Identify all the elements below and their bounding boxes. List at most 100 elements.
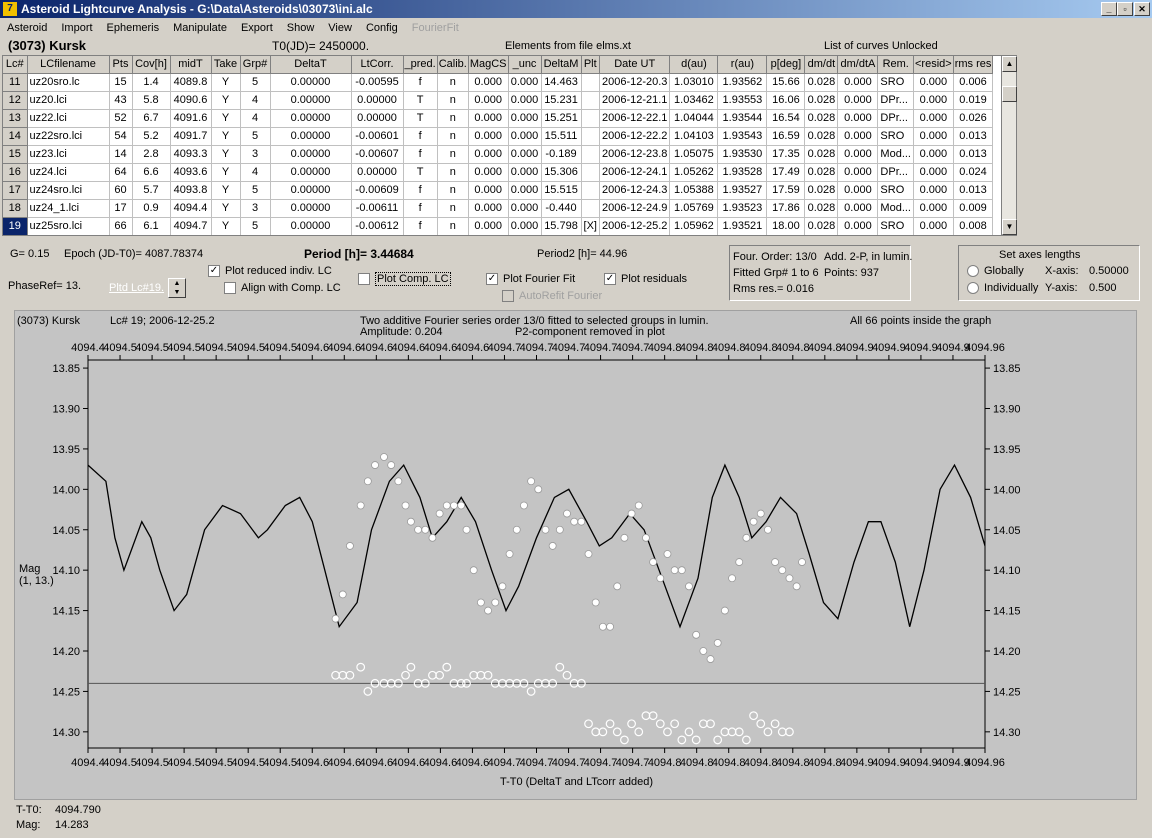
table-cell[interactable]: 4094.4 bbox=[170, 199, 212, 218]
table-cell[interactable]: 0.000 bbox=[837, 109, 879, 128]
table-cell[interactable]: SRO bbox=[877, 73, 914, 92]
table-cell[interactable] bbox=[581, 127, 600, 146]
table-cell[interactable]: 0.000 bbox=[508, 145, 542, 164]
column-header[interactable]: _pred. bbox=[403, 56, 438, 74]
table-cell[interactable]: 2006-12-22.1 bbox=[599, 109, 671, 128]
table-cell[interactable]: Mod... bbox=[877, 199, 914, 218]
table-cell[interactable]: 0.000 bbox=[837, 199, 879, 218]
column-header[interactable]: DeltaT bbox=[270, 56, 352, 74]
table-row[interactable]: 16 uz24.lci 64 6.6 4093.6 Y 4 0.00000 0.00000 Tn 0… bbox=[3, 163, 994, 182]
table-cell[interactable]: 0.000 bbox=[468, 217, 509, 235]
table-cell[interactable]: 6.7 bbox=[132, 109, 171, 128]
menu-manipulate[interactable]: Manipulate bbox=[166, 22, 234, 34]
table-cell[interactable]: 4093.6 bbox=[170, 163, 212, 182]
table-cell[interactable]: 1.93528 bbox=[717, 163, 768, 182]
table-row[interactable]: 18 uz24_1.lci 17 0.9 4094.4 Y 3 0.00000 -0.00611… bbox=[3, 199, 994, 218]
table-cell[interactable]: 2006-12-20.3 bbox=[599, 73, 671, 92]
column-header[interactable]: MagCS bbox=[468, 56, 509, 74]
table-cell[interactable]: 0.000 bbox=[837, 127, 879, 146]
table-cell[interactable]: 0.000 bbox=[468, 109, 509, 128]
table-cell[interactable]: Y bbox=[211, 73, 241, 92]
table-cell[interactable] bbox=[581, 163, 600, 182]
table-cell[interactable]: 1.93527 bbox=[717, 181, 768, 200]
table-cell[interactable]: 1.05388 bbox=[669, 181, 719, 200]
table-cell[interactable]: 4094.7 bbox=[170, 217, 212, 235]
table-cell[interactable]: 0.000 bbox=[913, 109, 954, 128]
table-cell[interactable]: 0.009 bbox=[953, 199, 994, 218]
table-cell[interactable]: 5 bbox=[240, 181, 271, 200]
table-cell[interactable]: 5.7 bbox=[132, 181, 171, 200]
table-cell[interactable]: T bbox=[403, 163, 438, 182]
column-header[interactable]: Pts bbox=[109, 56, 133, 74]
table-cell[interactable]: 0.028 bbox=[804, 91, 839, 110]
table-cell[interactable]: 17.35 bbox=[766, 145, 806, 164]
menu-show[interactable]: Show bbox=[280, 22, 322, 34]
column-header[interactable]: dm/dt bbox=[804, 56, 839, 74]
table-cell[interactable]: 14 bbox=[109, 145, 133, 164]
table-cell[interactable]: -0.00601 bbox=[351, 127, 404, 146]
table-cell[interactable]: 2.8 bbox=[132, 145, 171, 164]
table-cell[interactable]: 2006-12-21.1 bbox=[599, 91, 671, 110]
table-cell[interactable]: 1.05962 bbox=[669, 217, 719, 235]
column-header[interactable]: _unc bbox=[508, 56, 542, 74]
row-number-cell[interactable]: 17 bbox=[3, 181, 28, 200]
table-cell[interactable]: -0.189 bbox=[541, 145, 582, 164]
table-scrollbar[interactable]: ▲ ▼ bbox=[1001, 55, 1017, 236]
table-cell[interactable]: 0.00000 bbox=[270, 181, 352, 200]
table-cell[interactable] bbox=[581, 73, 600, 92]
table-cell[interactable]: uz20.lci bbox=[27, 91, 110, 110]
table-cell[interactable]: 1.93543 bbox=[717, 127, 768, 146]
table-cell[interactable]: 0.000 bbox=[837, 91, 879, 110]
column-header[interactable]: Lc# bbox=[3, 56, 28, 74]
table-cell[interactable]: DPr... bbox=[877, 163, 914, 182]
table-cell[interactable]: 0.000 bbox=[508, 127, 542, 146]
table-cell[interactable]: 0.000 bbox=[913, 73, 954, 92]
table-cell[interactable]: n bbox=[437, 163, 469, 182]
table-cell[interactable]: 5 bbox=[240, 127, 271, 146]
table-cell[interactable]: 0.008 bbox=[953, 217, 994, 235]
table-cell[interactable]: 60 bbox=[109, 181, 133, 200]
table-cell[interactable]: 17 bbox=[109, 199, 133, 218]
table-cell[interactable]: 0.00000 bbox=[351, 109, 404, 128]
table-cell[interactable]: 1.93521 bbox=[717, 217, 768, 235]
table-cell[interactable]: 1.05262 bbox=[669, 163, 719, 182]
table-cell[interactable]: 0.028 bbox=[804, 199, 839, 218]
scroll-down-button[interactable]: ▼ bbox=[1002, 219, 1017, 235]
table-cell[interactable]: 4093.8 bbox=[170, 181, 212, 200]
table-row[interactable]: 13 uz22.lci 52 6.7 4091.6 Y 4 0.00000 0.00000 Tn 0… bbox=[3, 109, 994, 128]
table-cell[interactable]: 16.54 bbox=[766, 109, 806, 128]
table-cell[interactable]: 4 bbox=[240, 109, 271, 128]
column-header[interactable]: DeltaM bbox=[541, 56, 582, 74]
table-cell[interactable]: n bbox=[437, 217, 469, 235]
table-cell[interactable]: 0.00000 bbox=[270, 109, 352, 128]
table-cell[interactable]: DPr... bbox=[877, 109, 914, 128]
table-cell[interactable]: 0.028 bbox=[804, 127, 839, 146]
table-cell[interactable]: 18.00 bbox=[766, 217, 806, 235]
column-header[interactable]: Grp# bbox=[240, 56, 271, 74]
table-cell[interactable]: 0.000 bbox=[913, 163, 954, 182]
table-cell[interactable]: 0.000 bbox=[837, 163, 879, 182]
table-cell[interactable]: 5 bbox=[240, 217, 271, 235]
column-header[interactable]: Calib. bbox=[437, 56, 469, 74]
lightcurve-plot[interactable]: (3073) Kursk Lc# 19; 2006-12-25.2 Two ad… bbox=[14, 310, 1137, 800]
individually-radio[interactable]: Individually bbox=[967, 282, 1038, 295]
table-cell[interactable]: T bbox=[403, 91, 438, 110]
column-header[interactable]: rms res bbox=[953, 56, 994, 74]
align-comp-checkbox[interactable]: Align with Comp. LC bbox=[224, 282, 341, 295]
menu-ephemeris[interactable]: Ephemeris bbox=[100, 22, 167, 34]
table-cell[interactable]: n bbox=[437, 109, 469, 128]
table-cell[interactable]: T bbox=[403, 109, 438, 128]
table-cell[interactable]: 0.000 bbox=[837, 145, 879, 164]
table-row[interactable]: 11 uz20sro.lc 15 1.4 4089.8 Y 5 0.00000 -0.00595… bbox=[3, 73, 994, 92]
table-row[interactable]: 14 uz22sro.lci 54 5.2 4091.7 Y 5 0.00000 -0.0060… bbox=[3, 127, 994, 146]
row-number-cell[interactable]: 19 bbox=[3, 217, 28, 235]
table-cell[interactable]: 2006-12-24.1 bbox=[599, 163, 671, 182]
table-cell[interactable]: 1.03010 bbox=[669, 73, 719, 92]
table-cell[interactable]: uz23.lci bbox=[27, 145, 110, 164]
table-cell[interactable]: 0.000 bbox=[468, 199, 509, 218]
table-cell[interactable]: 6.6 bbox=[132, 163, 171, 182]
table-cell[interactable]: 4093.3 bbox=[170, 145, 212, 164]
table-cell[interactable]: 2006-12-22.2 bbox=[599, 127, 671, 146]
plot-fourier-checkbox[interactable]: ✓ Plot Fourier Fit bbox=[486, 273, 575, 286]
table-cell[interactable]: 4 bbox=[240, 91, 271, 110]
